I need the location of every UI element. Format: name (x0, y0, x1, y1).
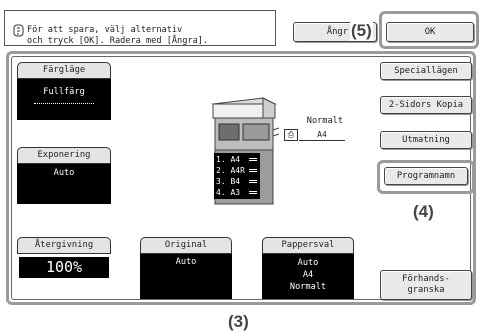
exposure-button[interactable]: Exponering (17, 147, 111, 164)
callout-4-label: (4) (413, 202, 434, 221)
instruction-text: För att spara, välj alternativ och tryck… (27, 25, 209, 46)
callout-5-label: (5) (350, 21, 373, 41)
program-name-callout (377, 160, 475, 194)
original-button[interactable]: Original (140, 237, 232, 254)
paper-select-button[interactable]: Pappersval (262, 237, 354, 254)
preview-button[interactable]: Förhands- granska (380, 270, 472, 300)
tray-level-icon (249, 180, 257, 183)
tray-item[interactable]: 2. A4R (216, 165, 258, 176)
info-icon (13, 24, 25, 38)
exposure-display: Auto (17, 164, 111, 204)
output-tray-size: A4 (299, 129, 345, 141)
special-modes-button[interactable]: Speciallägen (380, 62, 472, 80)
paper-source-value: Auto (297, 258, 319, 268)
duplex-copy-button[interactable]: 2-Sidors Kopia (380, 96, 472, 114)
tray-level-icon (249, 191, 257, 194)
tray-item[interactable]: 4. A3 (216, 187, 258, 198)
copy-program-screen: För att spara, välj alternativ och tryck… (0, 0, 482, 333)
reproduction-ratio-button[interactable]: Återgivning (17, 237, 111, 254)
original-display: Auto (140, 254, 232, 299)
ok-button-callout (379, 11, 479, 49)
original-value: Auto (175, 257, 197, 267)
output-tray-icon: ⎙ (284, 129, 298, 141)
paper-select-display: Auto A4 Normalt (262, 254, 354, 299)
instruction-message-box: För att spara, välj alternativ och tryck… (4, 10, 276, 46)
paper-size-value: A4 (302, 270, 314, 280)
paper-type-value: Normalt (289, 282, 327, 292)
exposure-value: Auto (53, 168, 75, 178)
color-mode-indicator (34, 103, 94, 104)
tray-level-icon (249, 158, 257, 161)
paper-tray-list: 1. A4 2. A4R 3. B4 4. A3 (214, 153, 260, 199)
callout-3-label: (3) (228, 312, 249, 331)
output-tray-type: Normalt (306, 116, 343, 126)
color-mode-display: Fullfärg (17, 79, 111, 120)
tray-item[interactable]: 3. B4 (216, 176, 258, 187)
output-button[interactable]: Utmatning (380, 131, 472, 149)
tray-level-icon (249, 169, 257, 172)
color-mode-button[interactable]: Färgläge (17, 62, 111, 79)
color-mode-value: Fullfärg (43, 87, 85, 97)
tray-item[interactable]: 1. A4 (216, 154, 258, 165)
reproduction-ratio-display: 100% (19, 257, 109, 278)
